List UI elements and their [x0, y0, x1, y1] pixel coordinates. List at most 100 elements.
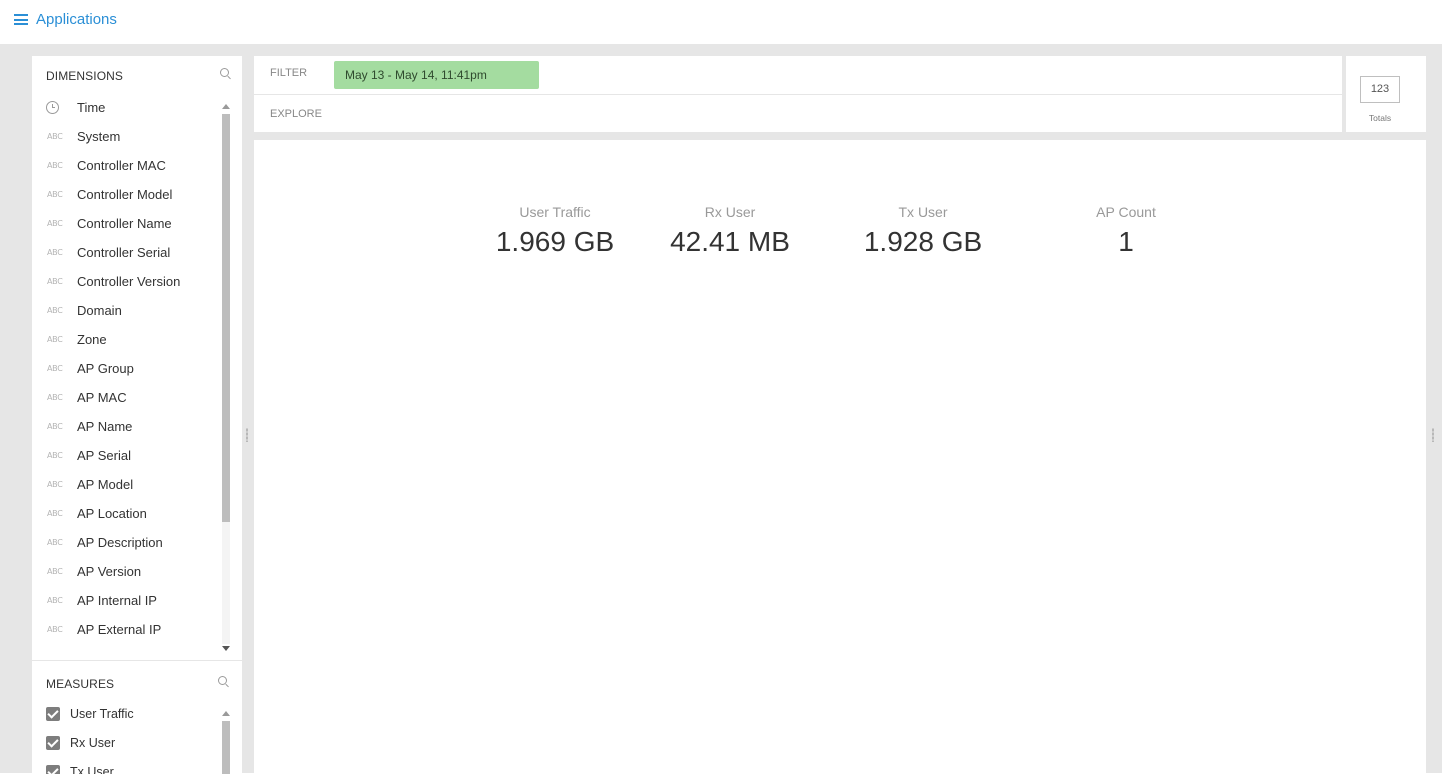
total-user-traffic: User Traffic 1.969 GB — [465, 204, 645, 258]
filter-label: FILTER — [270, 67, 308, 79]
dimension-label: AP Version — [77, 564, 142, 579]
metric-label: Rx User — [704, 204, 756, 220]
measure-item-tx-user[interactable]: Tx User — [32, 759, 220, 774]
string-type-icon: ABC — [47, 451, 63, 460]
measures-panel: MEASURES User Traffic Rx User Tx User — [32, 660, 242, 774]
string-type-icon: ABC — [47, 219, 63, 228]
scrollbar-thumb[interactable] — [222, 721, 230, 774]
clock-icon — [46, 101, 59, 114]
string-type-icon: ABC — [47, 132, 63, 141]
filter-chip-text: May 13 - May 14, 11:41pm — [345, 68, 487, 82]
dimension-item-controller-serial[interactable]: ABC Controller Serial — [32, 239, 220, 268]
dimension-item-ap-location[interactable]: ABC AP Location — [32, 500, 220, 529]
dimensions-panel: DIMENSIONS Time ABC System ABC Controlle… — [32, 56, 242, 660]
dimension-item-ap-model[interactable]: ABC AP Model — [32, 471, 220, 500]
string-type-icon: ABC — [47, 306, 63, 315]
metric-label: AP Count — [1096, 204, 1156, 220]
filter-row[interactable]: FILTER May 13 - May 14, 11:41pm — [254, 56, 1342, 95]
metric-value: 1 — [1118, 226, 1134, 257]
dimension-label: AP Group — [77, 361, 134, 376]
string-type-icon: ABC — [47, 364, 63, 373]
scrollbar-thumb[interactable] — [222, 114, 230, 522]
checkbox-checked-icon[interactable] — [46, 736, 60, 750]
dimension-label: AP Internal IP — [77, 593, 157, 608]
metric-label: User Traffic — [519, 204, 591, 220]
dimension-label: AP MAC — [77, 390, 127, 405]
string-type-icon: ABC — [47, 538, 63, 547]
string-type-icon: ABC — [47, 567, 63, 576]
dimension-item-time[interactable]: Time — [32, 94, 220, 123]
dimension-item-ap-serial[interactable]: ABC AP Serial — [32, 442, 220, 471]
dimension-label: Time — [77, 100, 106, 115]
measure-label: Rx User — [70, 736, 116, 750]
dimensions-scrollbar[interactable] — [220, 94, 242, 660]
string-type-icon: ABC — [47, 480, 63, 489]
dimension-label: AP Serial — [77, 448, 131, 463]
dimension-item-ap-internal-ip[interactable]: ABC AP Internal IP — [32, 587, 220, 616]
top-bar: Applications — [0, 0, 1442, 44]
hamburger-menu-icon[interactable] — [14, 14, 28, 25]
filter-time-chip[interactable]: May 13 - May 14, 11:41pm — [334, 61, 539, 89]
dimension-label: Controller Name — [77, 216, 172, 231]
string-type-icon: ABC — [47, 335, 63, 344]
total-rx-user: Rx User 42.41 MB — [640, 204, 820, 258]
dimension-item-controller-model[interactable]: ABC Controller Model — [32, 181, 220, 210]
visualization-label: Totals — [1368, 113, 1392, 123]
search-icon[interactable] — [220, 68, 229, 77]
dimension-label: Controller MAC — [77, 158, 166, 173]
dimension-item-domain[interactable]: ABC Domain — [32, 297, 220, 326]
left-panel: DIMENSIONS Time ABC System ABC Controlle… — [32, 56, 242, 774]
dimension-item-controller-mac[interactable]: ABC Controller MAC — [32, 152, 220, 181]
dimension-label: Domain — [77, 303, 122, 318]
dimension-label: AP External IP — [77, 622, 162, 637]
dimension-item-controller-name[interactable]: ABC Controller Name — [32, 210, 220, 239]
string-type-icon: ABC — [47, 190, 63, 199]
measure-item-user-traffic[interactable]: User Traffic — [32, 701, 220, 730]
dimension-label: Controller Version — [77, 274, 181, 289]
dimension-item-system[interactable]: ABC System — [32, 123, 220, 152]
explore-label[interactable]: EXPLORE — [270, 108, 322, 120]
measure-label: User Traffic — [70, 707, 134, 721]
scroll-up-arrow-icon[interactable] — [222, 104, 230, 109]
measure-item-rx-user[interactable]: Rx User — [32, 730, 220, 759]
dimension-item-ap-name[interactable]: ABC AP Name — [32, 413, 220, 442]
dimension-item-zone[interactable]: ABC Zone — [32, 326, 220, 355]
dimension-item-ap-external-ip[interactable]: ABC AP External IP — [32, 616, 220, 645]
panel-resize-handle[interactable] — [246, 428, 248, 442]
dimension-label: AP Name — [77, 419, 133, 434]
filter-explore-panel: FILTER May 13 - May 14, 11:41pm EXPLORE — [254, 56, 1342, 132]
totals-visualization-button[interactable]: 123 — [1360, 76, 1400, 103]
string-type-icon: ABC — [47, 509, 63, 518]
dimension-label: AP Description — [77, 535, 163, 550]
string-type-icon: ABC — [47, 422, 63, 431]
metric-label: Tx User — [898, 204, 948, 220]
string-type-icon: ABC — [47, 596, 63, 605]
scroll-up-arrow-icon[interactable] — [222, 711, 230, 716]
visualization-selector: 123 Totals — [1346, 56, 1426, 132]
app-title[interactable]: Applications — [36, 11, 117, 28]
dimension-item-controller-version[interactable]: ABC Controller Version — [32, 268, 220, 297]
total-ap-count: AP Count 1 — [1036, 204, 1216, 258]
measures-scrollbar[interactable] — [220, 701, 242, 774]
dimension-item-ap-version[interactable]: ABC AP Version — [32, 558, 220, 587]
metric-value: 1.928 GB — [863, 226, 983, 257]
string-type-icon: ABC — [47, 393, 63, 402]
string-type-icon: ABC — [47, 248, 63, 257]
checkbox-checked-icon[interactable] — [46, 707, 60, 721]
totals-icon: 123 — [1370, 83, 1390, 95]
scroll-down-arrow-icon[interactable] — [222, 646, 230, 651]
total-tx-user: Tx User 1.928 GB — [833, 204, 1013, 258]
panel-resize-handle[interactable] — [1432, 428, 1434, 442]
metric-value: 1.969 GB — [495, 226, 615, 257]
dimension-item-ap-mac[interactable]: ABC AP MAC — [32, 384, 220, 413]
dimension-label: AP Model — [77, 477, 134, 492]
dimensions-list: Time ABC System ABC Controller MAC ABC C… — [32, 94, 220, 660]
dimension-label: Controller Serial — [77, 245, 171, 260]
dimensions-heading: DIMENSIONS — [46, 69, 124, 83]
dimension-item-ap-group[interactable]: ABC AP Group — [32, 355, 220, 384]
string-type-icon: ABC — [47, 277, 63, 286]
string-type-icon: ABC — [47, 161, 63, 170]
search-icon[interactable] — [218, 676, 227, 685]
dimension-label: Controller Model — [77, 187, 173, 202]
dimension-item-ap-description[interactable]: ABC AP Description — [32, 529, 220, 558]
